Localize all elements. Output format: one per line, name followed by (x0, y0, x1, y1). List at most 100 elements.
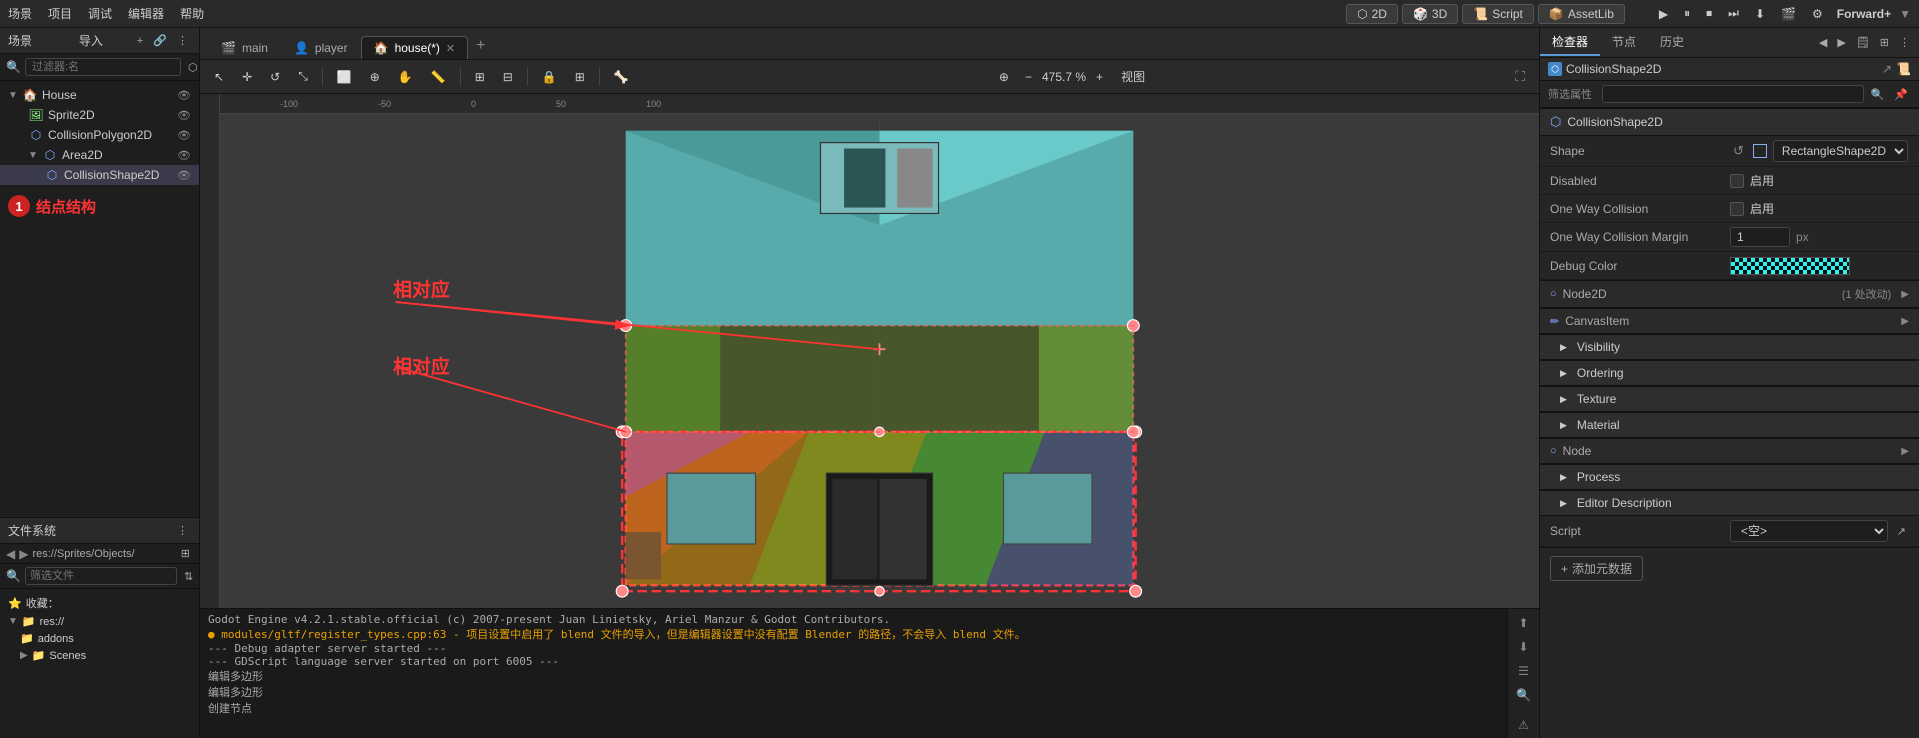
node-section[interactable]: ○ Node ▶ (1540, 438, 1919, 464)
script-select[interactable]: <空> (1730, 520, 1888, 542)
viewport[interactable]: -100 -50 0 50 100 (200, 94, 1539, 608)
inspector-back-btn[interactable]: ◀ (1816, 35, 1830, 50)
one-way-checkbox[interactable] (1730, 202, 1744, 216)
render-mode-dropdown[interactable]: ▼ (1899, 7, 1911, 21)
console-icon-search[interactable]: 🔍 (1512, 685, 1536, 705)
texture-section[interactable]: ▶ Texture (1540, 386, 1919, 412)
mode-3d-button[interactable]: 🎲 3D (1402, 4, 1458, 24)
fs-sort-btn[interactable]: ⇅ (181, 569, 196, 584)
scene-more-btn[interactable]: ⋮ (174, 33, 191, 48)
inspector-file-btn[interactable]: 🗒 (1853, 35, 1873, 50)
visibility-section[interactable]: ▶ Visibility (1540, 334, 1919, 360)
inspector-pin-btn[interactable]: 📌 (1891, 87, 1911, 102)
inspector-tab-node[interactable]: 节点 (1600, 29, 1648, 56)
play-custom-button[interactable]: ⬇ (1749, 5, 1771, 23)
fs-item-favorites[interactable]: ⭐ 收藏： (0, 593, 199, 613)
vp-bone-btn[interactable]: 🦴 (608, 68, 635, 86)
inspector-search-btn[interactable]: 🔍 (1868, 87, 1888, 102)
mode-2d-button[interactable]: ⬡ 2D (1346, 4, 1398, 24)
shape-reset-btn[interactable]: ↺ (1730, 143, 1747, 159)
vp-lock-btn[interactable]: 🔒 (536, 68, 563, 86)
play-button[interactable]: ▶ (1653, 5, 1674, 23)
vp-move-btn[interactable]: ✛ (236, 68, 258, 86)
scene-filter-input[interactable] (25, 58, 181, 76)
eye-icon-sprite2d[interactable]: 👁 (177, 109, 191, 122)
menu-debug[interactable]: 调试 (88, 5, 112, 22)
tab-close-house[interactable]: ✕ (446, 42, 455, 55)
import-label[interactable]: 导入 (79, 32, 103, 49)
eye-icon-cshape[interactable]: 👁 (177, 169, 191, 182)
shape-expand-btn[interactable]: ↗ (1914, 144, 1919, 159)
pause-button[interactable]: ⏸ (1678, 4, 1696, 23)
menu-scene[interactable]: 场景 (8, 5, 32, 22)
one-way-margin-input[interactable] (1730, 227, 1790, 247)
class-script-btn[interactable]: 📜 (1896, 62, 1911, 76)
breadcrumb-fwd[interactable]: ▶ (19, 547, 28, 561)
console-icon-upload[interactable]: ⬆ (1512, 613, 1536, 633)
vp-rect-btn[interactable]: ⬜ (331, 68, 358, 86)
tree-item-collisionpolygon2d[interactable]: ⬡ CollisionPolygon2D 👁 (0, 125, 199, 145)
process-section[interactable]: ▶ Process (1540, 464, 1919, 490)
canvasitem-section[interactable]: ✏ CanvasItem ▶ (1540, 308, 1919, 334)
vp-snap-btn[interactable]: ⊞ (469, 68, 491, 86)
debug-color-preview[interactable] (1730, 257, 1850, 275)
node2d-section[interactable]: ○ Node2D (1 处改动) ▶ (1540, 280, 1919, 308)
zoom-plus[interactable]: + (1090, 68, 1109, 86)
fs-filter-input[interactable] (25, 567, 177, 585)
vp-grid-btn[interactable]: ⊟ (497, 68, 519, 86)
shape-select[interactable]: RectangleShape2D (1773, 140, 1908, 162)
tab-house[interactable]: 🏠 house(*) ✕ (361, 36, 469, 59)
tree-item-collisionshape2d[interactable]: ⬡ CollisionShape2D 👁 (0, 165, 199, 185)
inspector-filter-input[interactable] (1602, 85, 1864, 103)
inspector-fwd-btn[interactable]: ▶ (1834, 35, 1848, 50)
menu-editor[interactable]: 编辑器 (128, 5, 164, 22)
inspector-layout-btn[interactable]: ⊞ (1877, 35, 1892, 50)
menu-project[interactable]: 项目 (48, 5, 72, 22)
zoom-crosshair[interactable]: ⊕ (993, 68, 1015, 86)
inspector-tab-inspector[interactable]: 检查器 (1540, 29, 1600, 56)
tree-item-house[interactable]: ▼ 🏠 House 👁 (0, 85, 199, 105)
vp-pivot-btn[interactable]: ⊕ (364, 68, 386, 86)
stop-button[interactable]: ⏹ (1700, 4, 1718, 23)
tab-player[interactable]: 👤 player (281, 36, 361, 59)
inspector-more-btn[interactable]: ⋮ (1896, 35, 1913, 50)
vp-ruler-btn[interactable]: 📏 (425, 68, 452, 86)
collision-shape-section[interactable]: ⬡ CollisionShape2D (1540, 108, 1919, 136)
zoom-minus[interactable]: − (1019, 68, 1038, 86)
fs-item-addons[interactable]: 📁 addons (0, 630, 199, 647)
movie-button[interactable]: 🎬 (1775, 5, 1802, 23)
material-section[interactable]: ▶ Material (1540, 412, 1919, 438)
scene-filter-options-btn[interactable]: ⬡ (185, 60, 199, 75)
inspector-tab-history[interactable]: 历史 (1648, 29, 1696, 56)
disabled-checkbox[interactable] (1730, 174, 1744, 188)
console-icon-download[interactable]: ⬇ (1512, 637, 1536, 657)
vp-group-btn[interactable]: ⊞ (569, 68, 591, 86)
vp-pan-btn[interactable]: ✋ (392, 68, 419, 86)
tab-add-btn[interactable]: + (468, 33, 493, 59)
settings-button[interactable]: ⚙ (1806, 5, 1829, 23)
editor-desc-section[interactable]: ▶ Editor Description (1540, 490, 1919, 516)
fs-item-res[interactable]: ▼ 📁 res:// (0, 613, 199, 630)
ordering-section[interactable]: ▶ Ordering (1540, 360, 1919, 386)
fs-more-btn[interactable]: ⋮ (174, 523, 191, 538)
add-meta-btn[interactable]: + 添加元数据 (1550, 556, 1643, 581)
scene-link-btn[interactable]: 🔗 (150, 33, 170, 48)
play-scene-button[interactable]: ⏭ (1722, 4, 1745, 23)
eye-icon-house[interactable]: 👁 (177, 89, 191, 102)
vp-rotate-btn[interactable]: ↺ (264, 68, 286, 86)
scene-add-btn[interactable]: + (134, 33, 146, 48)
console-icon-error[interactable]: ⚠ (1512, 713, 1536, 737)
eye-icon-area2d[interactable]: 👁 (177, 149, 191, 162)
tab-main[interactable]: 🎬 main (208, 36, 281, 59)
fs-item-scenes[interactable]: ▶ 📁 Scenes (0, 647, 199, 664)
vp-select-btn[interactable]: ↖ (208, 68, 230, 86)
eye-icon-cpoly[interactable]: 👁 (177, 129, 191, 142)
mode-script-button[interactable]: 📜 Script (1462, 4, 1534, 24)
expand-class-btn[interactable]: ↗ (1882, 62, 1892, 76)
console-icon-list[interactable]: ☰ (1512, 661, 1536, 681)
mode-assetlib-button[interactable]: 📦 AssetLib (1538, 4, 1625, 24)
breadcrumb-back[interactable]: ◀ (6, 547, 15, 561)
tree-item-sprite2d[interactable]: 🖼 Sprite2D 👁 (0, 105, 199, 125)
tree-item-area2d[interactable]: ▼ ⬡ Area2D 👁 (0, 145, 199, 165)
script-expand-btn[interactable]: ↗ (1894, 524, 1909, 539)
